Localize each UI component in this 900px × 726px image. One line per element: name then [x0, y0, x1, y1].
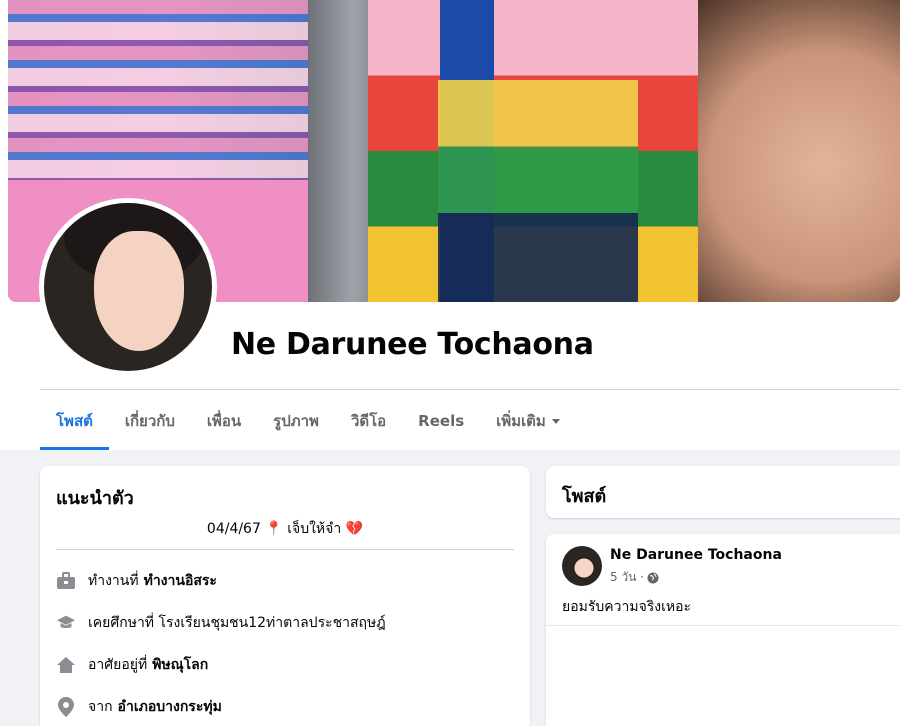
tab-videos[interactable]: วิดีโอ	[335, 392, 402, 450]
profile-avatar[interactable]	[44, 203, 212, 371]
tab-posts-label: โพสต์	[56, 412, 93, 430]
tab-friends[interactable]: เพื่อน	[191, 392, 257, 450]
post-meta: 5 วัน ·	[610, 568, 659, 587]
intro-education-row: เคยศึกษาที่ โรงเรียนชุมชน12ท่าตาลประชาสฤ…	[56, 612, 386, 634]
header-divider	[40, 389, 900, 390]
tab-posts[interactable]: โพสต์	[40, 392, 109, 450]
post-divider	[546, 625, 900, 626]
intro-card: แนะนำตัว ทำงานที่ ทำงานอิสระ เคยศึกษาที่ …	[40, 466, 530, 726]
post-card: Ne Darunee Tochaona 5 วัน · ยอมรับความจร…	[546, 534, 900, 726]
intro-work-prefix: ทำงานที่	[88, 573, 139, 589]
intro-divider	[56, 549, 514, 550]
tab-about-label: เกี่ยวกับ	[124, 412, 175, 430]
location-pin-icon	[56, 697, 76, 717]
intro-lives-prefix: อาศัยอยู่ที่	[88, 657, 148, 673]
post-text: ยอมรับความจริงเหอะ	[562, 599, 692, 615]
cover-photo-shirt-detail	[438, 80, 638, 302]
post-author-avatar[interactable]	[562, 546, 602, 586]
briefcase-icon	[56, 571, 76, 591]
intro-work-value[interactable]: ทำงานอิสระ	[144, 570, 217, 592]
tab-videos-label: วิดีโอ	[350, 412, 387, 430]
graduation-cap-icon	[56, 613, 76, 633]
tab-about[interactable]: เกี่ยวกับ	[109, 392, 191, 450]
intro-work-row: ทำงานที่ ทำงานอิสระ	[56, 570, 217, 592]
intro-education-text[interactable]: เคยศึกษาที่ โรงเรียนชุมชน12ท่าตาลประชาสฤ…	[88, 612, 386, 634]
post-time[interactable]: 5 วัน ·	[610, 568, 644, 587]
cover-photo-hand	[698, 0, 900, 302]
intro-lives-row: อาศัยอยู่ที่ พิษณุโลก	[56, 654, 208, 676]
tab-reels-label: Reels	[418, 412, 465, 430]
profile-tabs: โพสต์ เกี่ยวกับ เพื่อน รูปภาพ วิดีโอ Ree…	[40, 392, 576, 450]
profile-name: Ne Darunee Tochaona	[231, 327, 594, 362]
chevron-down-icon	[551, 418, 560, 424]
tab-photos-label: รูปภาพ	[273, 412, 319, 430]
tab-more[interactable]: เพิ่มเติม	[480, 392, 576, 450]
intro-lives-value[interactable]: พิษณุโลก	[152, 654, 208, 676]
posts-header-card: โพสต์	[546, 466, 900, 518]
intro-title: แนะนำตัว	[56, 488, 134, 509]
posts-title: โพสต์	[562, 486, 607, 507]
globe-icon	[647, 572, 659, 584]
tab-reels[interactable]: Reels	[402, 392, 480, 450]
tab-friends-label: เพื่อน	[206, 412, 242, 430]
intro-bio: 04/4/67 📍 เจ็บให้จำ 💔	[206, 521, 364, 537]
intro-from-value[interactable]: อำเภอบางกระทุ่ม	[118, 696, 222, 718]
post-author-name[interactable]: Ne Darunee Tochaona	[610, 547, 782, 563]
intro-from-row: จาก อำเภอบางกระทุ่ม	[56, 696, 222, 718]
avatar-face	[94, 231, 184, 351]
home-icon	[56, 655, 76, 675]
intro-from-prefix: จาก	[88, 699, 113, 715]
tab-photos[interactable]: รูปภาพ	[257, 392, 335, 450]
tab-more-label: เพิ่มเติม	[496, 412, 546, 430]
